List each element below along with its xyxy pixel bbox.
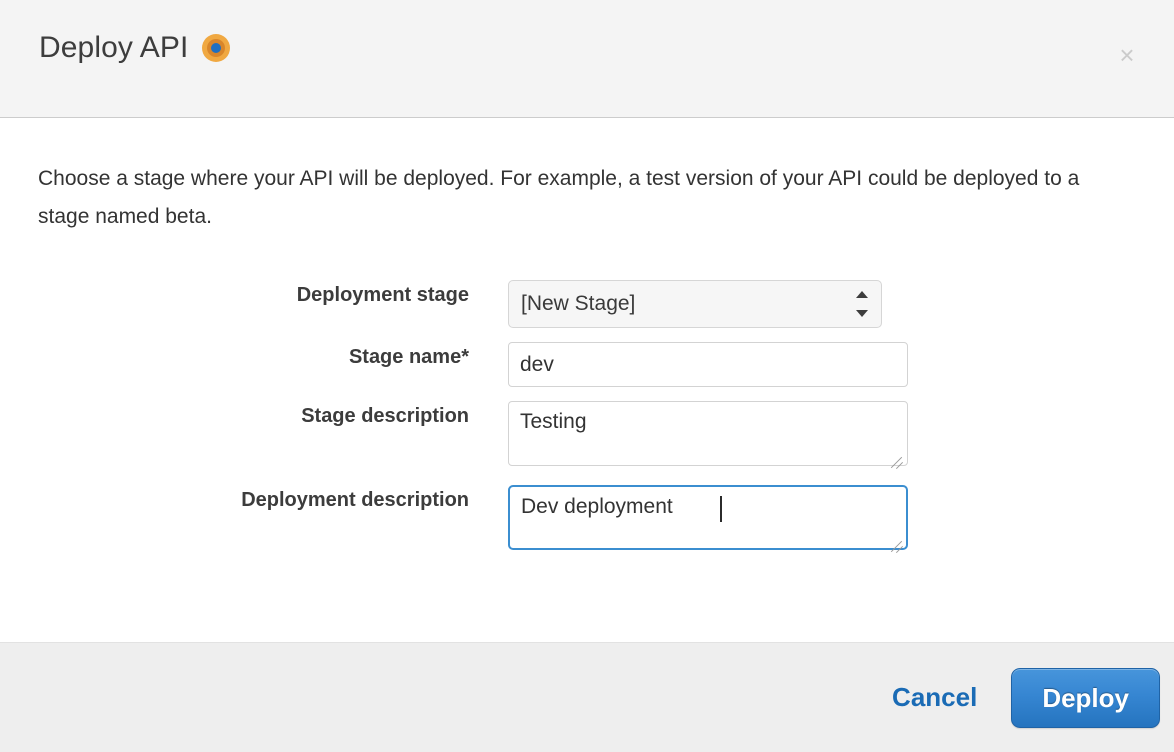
label-deployment-description: Deployment description — [241, 489, 469, 511]
page-title: Deploy API — [0, 0, 231, 68]
control-stage-name — [508, 342, 908, 387]
label-deployment-stage: Deployment stage — [296, 284, 469, 306]
dialog-body: Choose a stage where your API will be de… — [0, 118, 1174, 642]
control-stage-description: Testing — [508, 401, 908, 471]
deployment-stage-select-wrapper: [New Stage] — [508, 280, 882, 328]
form-row-stage-name: Stage name* — [38, 342, 1136, 387]
stage-name-input[interactable] — [508, 342, 908, 387]
deployment-description-wrapper: Dev deployment — [508, 485, 908, 555]
control-deployment-description: Dev deployment — [508, 485, 908, 555]
dialog-header: Deploy API × — [0, 0, 1174, 118]
form-row-deployment-stage: Deployment stage [New Stage] — [38, 280, 1136, 328]
label-stage-description: Stage description — [301, 405, 469, 427]
form-row-stage-description: Stage description Testing — [38, 401, 1136, 471]
dialog-title-text: Deploy API — [39, 31, 189, 64]
close-icon[interactable]: × — [1110, 38, 1144, 72]
deployment-description-textarea[interactable]: Dev deployment — [508, 485, 908, 550]
stage-description-wrapper: Testing — [508, 401, 908, 471]
deploy-form: Deployment stage [New Stage] Stage name* — [38, 280, 1136, 555]
deployment-stage-select[interactable]: [New Stage] — [508, 280, 882, 328]
deploy-api-dialog: Deploy API × Choose a stage where your A… — [0, 0, 1174, 752]
label-stage-name: Stage name* — [348, 346, 469, 368]
control-deployment-stage: [New Stage] — [508, 280, 882, 328]
dialog-footer: Cancel Deploy — [0, 642, 1174, 752]
form-row-deployment-description: Deployment description Dev deployment — [38, 485, 1136, 555]
cursor-click-indicator-icon — [202, 34, 231, 62]
cancel-button[interactable]: Cancel — [892, 682, 977, 713]
stage-description-textarea[interactable]: Testing — [508, 401, 908, 466]
dialog-description: Choose a stage where your API will be de… — [38, 167, 1080, 228]
deploy-button[interactable]: Deploy — [1011, 667, 1160, 728]
